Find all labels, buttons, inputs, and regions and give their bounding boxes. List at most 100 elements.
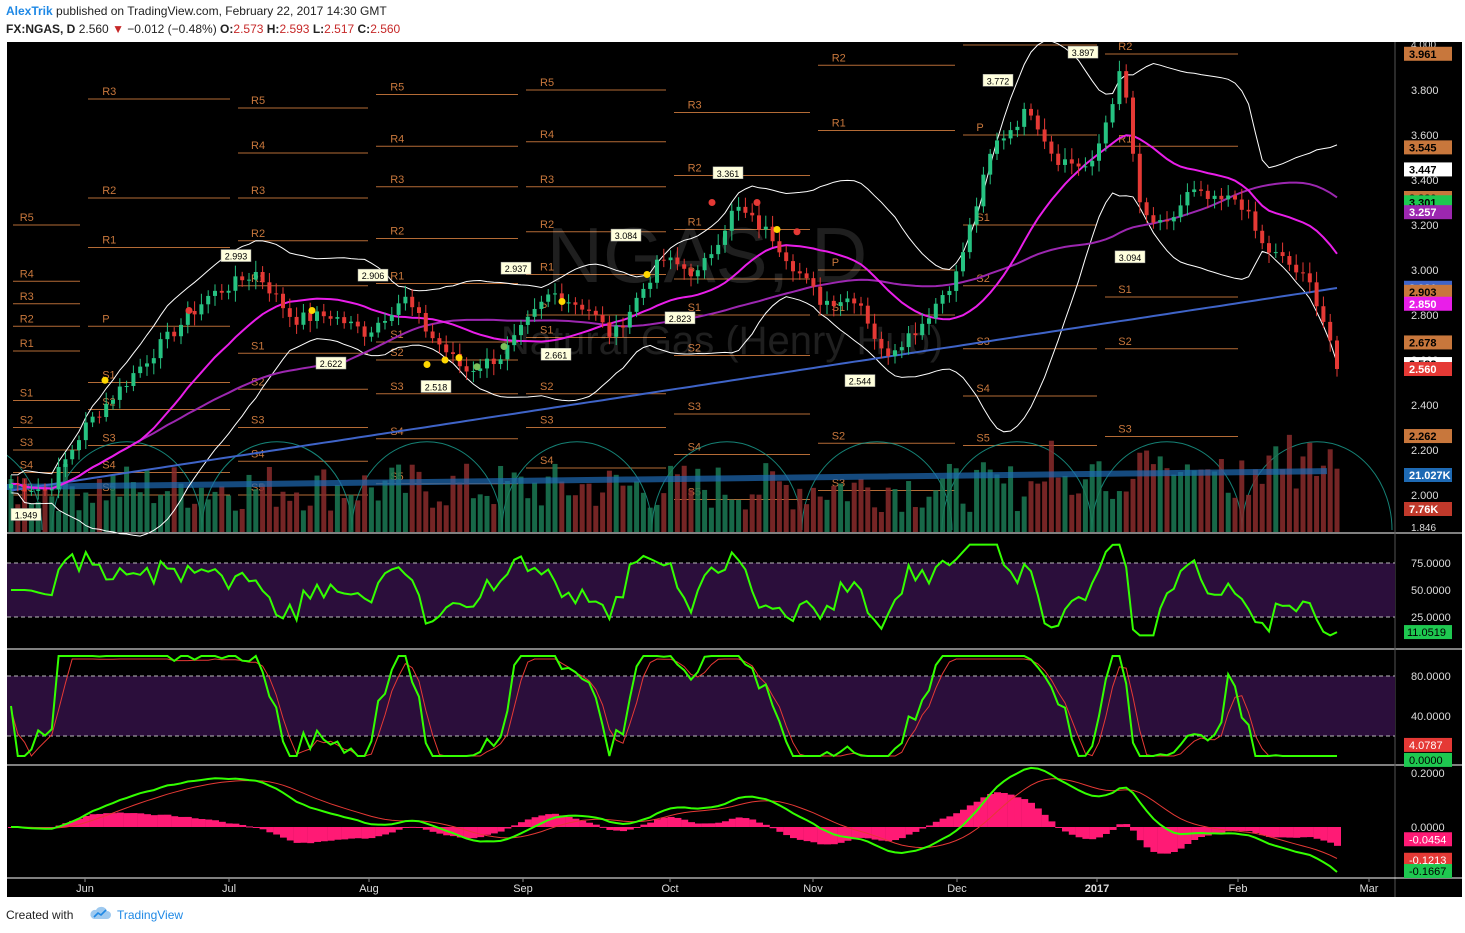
candle-body: [927, 318, 931, 324]
pivot-label: R4: [390, 133, 404, 145]
macd-histogram-bar: [694, 823, 702, 827]
pivot-label: R5: [20, 212, 34, 224]
volume-bar: [423, 491, 429, 532]
candle-body: [933, 303, 938, 319]
volume-bar: [1293, 488, 1299, 532]
volume-bar: [572, 495, 578, 532]
time-tick: Mar: [1360, 883, 1379, 895]
candle-body: [369, 332, 374, 337]
volume-bar: [185, 507, 191, 532]
volume-bar: [1042, 481, 1048, 532]
volume-bar: [1273, 446, 1279, 532]
macd-histogram-bar: [518, 822, 525, 827]
macd-badge-label: -0.0454: [1409, 834, 1446, 846]
time-tick: Aug: [359, 883, 379, 895]
volume-bar: [634, 481, 640, 532]
open-label: O:: [220, 22, 234, 36]
candle-body: [811, 278, 816, 287]
time-tick: Nov: [803, 883, 823, 895]
candle-body: [566, 302, 571, 304]
volume-bar: [1232, 497, 1238, 532]
volume-bar: [294, 492, 300, 532]
tradingview-link[interactable]: TradingView: [117, 908, 183, 922]
candle-body: [410, 296, 415, 308]
candle-body: [1103, 122, 1108, 144]
macd-histogram-bar: [1266, 827, 1273, 837]
macd-histogram-bar: [164, 814, 172, 827]
macd-histogram-bar: [252, 827, 260, 828]
signal-dot: [101, 376, 109, 384]
pivot-label: R1: [976, 42, 990, 44]
candle-body: [328, 316, 333, 319]
chart-canvas[interactable]: R5R4R3R2R1S1S2S3S4S5R3R2R1PS1S2S3S4S5R5R…: [7, 42, 1462, 897]
candle-body: [1124, 71, 1129, 98]
macd-histogram-bar: [157, 814, 165, 827]
volume-bar: [130, 482, 136, 532]
candle-body: [485, 358, 489, 369]
volume-bar: [967, 511, 973, 532]
candle-body: [22, 484, 27, 492]
volume-bar: [1205, 469, 1211, 532]
price-badge-label: 2.262: [1409, 431, 1437, 443]
volume-bar: [892, 489, 898, 532]
macd-histogram-bar: [361, 827, 369, 839]
candle-body: [695, 270, 700, 277]
pivot-label: R5: [540, 77, 554, 89]
signal-dot: [308, 307, 316, 314]
macd-histogram-bar: [286, 827, 294, 841]
candle-body: [97, 416, 102, 418]
price-annotation: 2.661: [545, 350, 568, 360]
volume-bar: [1171, 474, 1177, 532]
volume-bar: [1021, 496, 1027, 532]
macd-histogram-bar: [504, 827, 512, 829]
candle-body: [226, 290, 231, 293]
candle-body: [1226, 195, 1231, 200]
macd-histogram-bar: [225, 823, 233, 827]
candle-body: [947, 290, 952, 296]
candle-body: [233, 276, 238, 291]
candle-body: [804, 273, 809, 279]
volume-bar: [831, 485, 837, 532]
pivot-label: S1: [1118, 284, 1131, 296]
volume-bar: [838, 483, 844, 532]
price-tick: 3.000: [1411, 265, 1439, 277]
candle-body: [1233, 195, 1237, 200]
candle-body: [1239, 199, 1244, 210]
macd-histogram-bar: [926, 825, 933, 827]
candle-body: [1294, 264, 1299, 273]
price-annotation: 2.937: [505, 264, 528, 274]
macd-histogram-bar: [552, 813, 559, 827]
price-badge-label: 2.678: [1409, 337, 1437, 349]
macd-histogram-bar: [756, 822, 763, 827]
author-link[interactable]: AlexTrik: [6, 4, 53, 18]
candle-body: [1097, 143, 1101, 161]
macd-histogram-bar: [606, 827, 614, 830]
volume-bar: [851, 482, 857, 532]
volume-bar: [457, 482, 463, 532]
volume-bar: [1252, 469, 1258, 532]
candle-body: [1246, 209, 1251, 212]
volume-bar: [1055, 477, 1061, 532]
volume-bar: [103, 500, 109, 532]
candle-body: [655, 259, 659, 283]
volume-bar: [668, 465, 674, 532]
tradingview-cloud-icon[interactable]: [88, 905, 112, 921]
candle-body: [995, 140, 999, 154]
price-tick: 2.000: [1411, 490, 1439, 502]
chart-area[interactable]: R5R4R3R2R1S1S2S3S4S5R3R2R1PS1S2S3S4S5R5R…: [7, 42, 1462, 897]
macd-histogram-bar: [293, 827, 301, 843]
candle-body: [743, 206, 748, 213]
volume-bar: [559, 481, 565, 532]
volume-bar: [885, 487, 891, 532]
volume-bar: [960, 503, 966, 532]
macd-histogram-bar: [987, 793, 995, 827]
macd-histogram-bar: [130, 813, 138, 827]
pivot-label: S2: [832, 430, 845, 442]
volume-bar: [396, 464, 402, 532]
volume-bar: [736, 499, 742, 532]
macd-histogram-bar: [497, 827, 505, 832]
volume-bar: [790, 509, 796, 532]
macd-histogram-bar: [116, 812, 124, 827]
macd-histogram-bar: [715, 822, 723, 827]
candle-body: [274, 293, 279, 295]
